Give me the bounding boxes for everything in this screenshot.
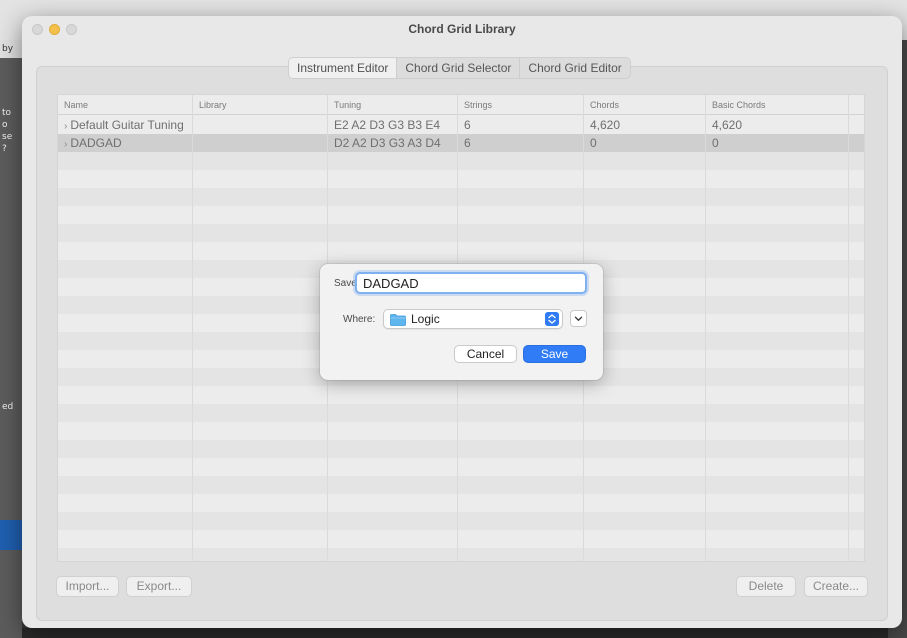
where-location-text: Logic	[411, 312, 440, 326]
background-left-panel: by to o se ? ed	[0, 40, 22, 638]
background-text: se	[2, 132, 13, 142]
where-label: Where:	[343, 314, 376, 325]
background-text: by	[2, 44, 14, 54]
background-text: to	[2, 108, 12, 118]
save-as-input[interactable]	[355, 272, 587, 294]
where-location-select[interactable]: Logic	[383, 309, 563, 329]
chevron-down-icon	[574, 316, 583, 321]
save-button[interactable]: Save	[523, 345, 586, 363]
background-bottom-bar	[22, 628, 888, 638]
cancel-button[interactable]: Cancel	[454, 345, 517, 363]
background-text: ed	[2, 402, 14, 412]
background-text: ?	[2, 144, 7, 154]
expand-dialog-button[interactable]	[570, 310, 587, 327]
background-segment	[0, 520, 22, 550]
folder-icon	[390, 314, 406, 326]
save-dialog: Save As: Where: Logic Cancel Save	[320, 264, 603, 380]
background-text: o	[2, 120, 8, 130]
chevron-up-down-icon	[545, 312, 559, 326]
